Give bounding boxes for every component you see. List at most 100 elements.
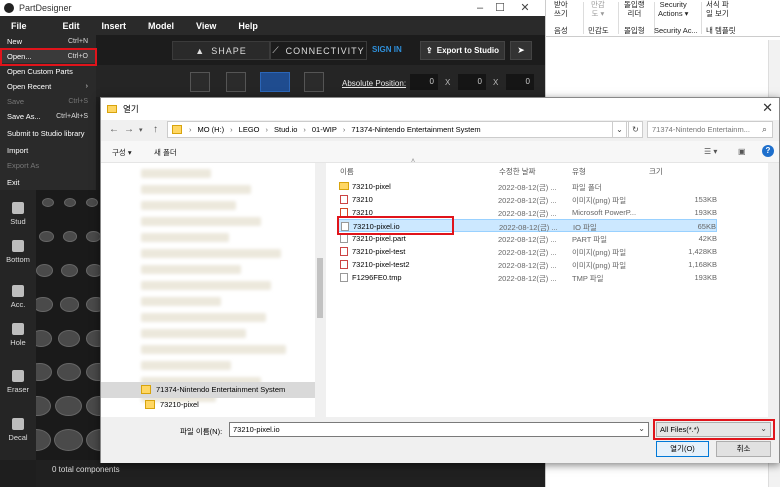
file-date: 2022-08-12(금) ... bbox=[498, 183, 557, 192]
tab-connectivity[interactable]: ⟋ CONNECTIVITY bbox=[270, 41, 367, 60]
nav-scroll-thumb[interactable] bbox=[317, 258, 323, 318]
nav-folder-label: 71374-Nintendo Entertainment System bbox=[156, 385, 286, 394]
status-bar: 0 total components bbox=[36, 460, 545, 487]
nav-folder-73210-pixel[interactable]: 73210-pixel bbox=[145, 400, 199, 409]
column-name[interactable]: 이름 bbox=[340, 166, 354, 177]
bottom-tool[interactable]: Bottom bbox=[0, 240, 36, 264]
nav-folder-71374[interactable]: 71374-Nintendo Entertainment System bbox=[141, 385, 285, 394]
close-icon[interactable]: ✕ bbox=[762, 100, 773, 116]
menu-file[interactable]: File bbox=[0, 21, 38, 31]
filename-input[interactable]: 73210-pixel.io ⌄ bbox=[229, 422, 649, 437]
stud-label: Stud bbox=[10, 217, 26, 226]
send-icon[interactable]: ➤ bbox=[510, 41, 532, 60]
file-icon bbox=[340, 273, 348, 282]
address-bar[interactable]: › MO (H:) › LEGO › Stud.io › 01-WIP › 71… bbox=[167, 121, 637, 138]
tab-shape[interactable]: ▲ SHAPE bbox=[172, 41, 270, 60]
export-to-studio-button[interactable]: ⇪ Export to Studio bbox=[420, 41, 505, 60]
file-row[interactable]: 73210-pixel 2022-08-12(금) ... 파일 폴더 bbox=[337, 180, 717, 193]
menu-item-exit[interactable]: Exit bbox=[0, 176, 96, 189]
open-button[interactable]: 열기(O) bbox=[656, 441, 709, 457]
menu-insert[interactable]: Insert bbox=[91, 21, 138, 31]
folder-icon bbox=[145, 400, 155, 409]
ribbon-separator bbox=[618, 2, 619, 34]
forward-arrow-icon[interactable]: → bbox=[124, 124, 134, 135]
menu-view[interactable]: View bbox=[185, 21, 227, 31]
file-row[interactable]: 73210-pixel-test 2022-08-12(금) ... 이미지(png… bbox=[337, 245, 717, 258]
ribbon-dictate-button[interactable]: 받아 쓰기 bbox=[554, 0, 568, 18]
column-size[interactable]: 크기 bbox=[649, 166, 663, 177]
breadcrumb-item[interactable]: LEGO bbox=[239, 125, 260, 134]
new-folder-button[interactable]: 새 폴더 bbox=[154, 147, 177, 158]
stud-dot bbox=[36, 330, 52, 347]
menu-help[interactable]: Help bbox=[227, 21, 269, 31]
organize-button[interactable]: 구성 ▾ bbox=[112, 147, 132, 158]
stud-tool[interactable]: Stud bbox=[0, 202, 36, 226]
chevron-right-icon: › bbox=[189, 125, 192, 134]
back-arrow-icon[interactable]: ← bbox=[109, 124, 119, 135]
ribbon-view-template-button[interactable]: 서식 파일 보기 bbox=[706, 0, 729, 18]
chevron-down-icon[interactable]: ⌄ bbox=[612, 121, 627, 138]
ribbon-label: 받아 bbox=[554, 0, 568, 9]
view-options-icon[interactable]: ☰ ▾ bbox=[704, 147, 717, 156]
ribbon-label: Security bbox=[659, 0, 687, 9]
ribbon-sensitivity-button[interactable]: 만감 도 ▾ bbox=[591, 0, 605, 18]
refresh-icon[interactable]: ↻ bbox=[628, 121, 643, 138]
position-z-field[interactable]: 0 bbox=[506, 74, 534, 90]
ribbon-security-actions-button[interactable]: Security Actions ▾ bbox=[658, 0, 688, 18]
menu-item-save: Save Ctrl+S bbox=[0, 95, 96, 108]
menu-item-new[interactable]: New Ctrl+N bbox=[0, 35, 96, 48]
highlight-box-filter bbox=[653, 419, 775, 440]
position-y-field[interactable]: 0 bbox=[458, 74, 486, 90]
menu-item-save-as[interactable]: Save As... Ctrl+Alt+S bbox=[0, 110, 96, 123]
stud-dot bbox=[64, 198, 76, 207]
file-row[interactable]: F1296FE0.tmp 2022-08-12(금) ... TMP 파일 193KB bbox=[337, 271, 717, 284]
dialog-title: 열기 bbox=[123, 104, 139, 114]
breadcrumb-item[interactable]: MO (H:) bbox=[198, 125, 225, 134]
chevron-down-icon[interactable]: ⌄ bbox=[638, 424, 645, 433]
preview-pane-icon[interactable]: ▣ bbox=[738, 147, 746, 156]
breadcrumb-item[interactable]: Stud.io bbox=[274, 125, 297, 134]
breadcrumb-item[interactable]: 01-WIP bbox=[312, 125, 337, 134]
breadcrumb-item[interactable]: 71374-Nintendo Entertainment System bbox=[351, 125, 480, 134]
stud-dot bbox=[39, 231, 54, 242]
chevron-right-icon: › bbox=[265, 125, 269, 134]
file-type: TMP 파일 bbox=[572, 274, 604, 283]
ribbon-label: 서식 파 bbox=[706, 0, 729, 9]
file-list-scrollbar[interactable] bbox=[768, 163, 779, 417]
decal-tool[interactable]: Decal bbox=[0, 418, 36, 442]
breadcrumb: › MO (H:) › LEGO › Stud.io › 01-WIP › 71… bbox=[186, 125, 484, 134]
menu-edit[interactable]: Edit bbox=[38, 21, 91, 31]
column-type[interactable]: 유형 bbox=[572, 166, 586, 177]
search-input[interactable]: 71374-Nintendo Entertainm... bbox=[647, 121, 773, 138]
ribbon-immersive-reader-button[interactable]: 돌입랭 리더 bbox=[624, 0, 645, 18]
menu-item-submit-to-studio[interactable]: Submit to Studio library bbox=[0, 127, 96, 140]
column-date[interactable]: 수정한 날짜 bbox=[499, 166, 536, 177]
file-size: 65KB bbox=[697, 222, 716, 231]
stud-dot bbox=[55, 396, 82, 417]
acc-tool[interactable]: Acc. bbox=[0, 285, 36, 309]
position-y-label: X bbox=[445, 78, 451, 87]
menu-model[interactable]: Model bbox=[137, 21, 185, 31]
file-row[interactable]: 73210-pixel-test2 2022-08-12(금) ... 이미지(pn… bbox=[337, 258, 717, 271]
chevron-down-icon[interactable]: ▾ bbox=[139, 126, 143, 134]
grid-icon[interactable] bbox=[226, 72, 246, 92]
eraser-tool[interactable]: Eraser bbox=[0, 370, 36, 394]
sign-in-link[interactable]: SIGN IN bbox=[372, 45, 402, 54]
color-picker-icon[interactable] bbox=[260, 72, 290, 92]
menu-item-import[interactable]: Import bbox=[0, 144, 96, 157]
close-icon[interactable]: ✕ bbox=[510, 0, 540, 16]
resize-icon[interactable] bbox=[304, 72, 324, 92]
cancel-button[interactable]: 취소 bbox=[716, 441, 771, 457]
menu-item-open-custom-parts[interactable]: Open Custom Parts bbox=[0, 65, 96, 78]
menu-item-open-recent[interactable]: Open Recent › bbox=[0, 80, 96, 93]
chevron-right-icon: › bbox=[342, 125, 346, 134]
ribbon-label: 만감 bbox=[591, 0, 605, 9]
help-icon[interactable]: ? bbox=[762, 145, 774, 157]
edit-icon[interactable] bbox=[190, 72, 210, 92]
navigation-pane[interactable] bbox=[101, 163, 325, 417]
nav-scrollbar[interactable] bbox=[315, 163, 325, 417]
up-arrow-icon[interactable]: ↑ bbox=[153, 124, 158, 135]
hole-tool[interactable]: Hole bbox=[0, 323, 36, 347]
file-row[interactable]: 73210 2022-08-12(금) ... 이미지(png) 파일 153KB bbox=[337, 193, 717, 206]
position-x-field[interactable]: 0 bbox=[410, 74, 438, 90]
